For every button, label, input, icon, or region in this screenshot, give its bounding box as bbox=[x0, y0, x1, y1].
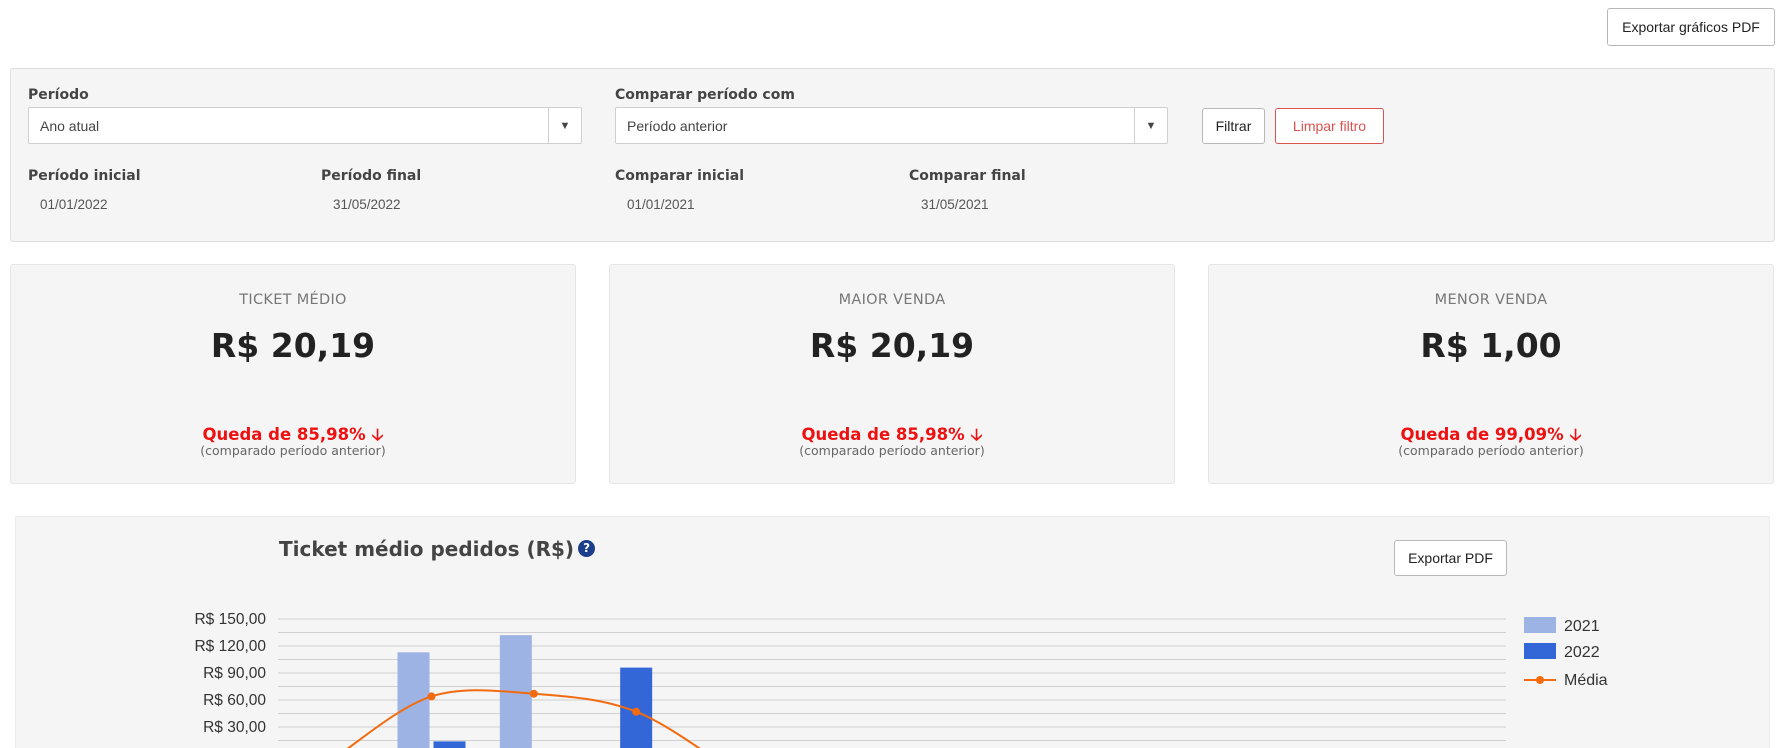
filter-button[interactable]: Filtrar bbox=[1202, 108, 1265, 144]
card-title: MAIOR VENDA bbox=[838, 292, 946, 308]
export-all-charts-pdf-button[interactable]: Exportar gráficos PDF bbox=[1607, 8, 1775, 46]
legend-swatch-2021 bbox=[1524, 617, 1556, 633]
legend-label-media: Média bbox=[1564, 672, 1608, 689]
ticket-medio-chart-panel: Ticket médio pedidos (R$)? Exportar PDF … bbox=[15, 516, 1770, 748]
average-point bbox=[632, 707, 641, 716]
ticket-medio-chart: R$ 150,00 R$ 120,00 R$ 90,00 R$ 60,00 R$ 30,… bbox=[194, 611, 1608, 748]
compare-select-value: Período anterior bbox=[627, 118, 728, 134]
card-note: (comparado período anterior) bbox=[799, 443, 985, 458]
arrow-down-icon: 🡣 bbox=[371, 425, 384, 444]
card-delta-text: Queda de 85,98% bbox=[801, 425, 965, 444]
bar-2021 bbox=[397, 652, 430, 748]
bar-2022 bbox=[433, 741, 466, 748]
arrow-down-icon: 🡣 bbox=[970, 425, 983, 444]
y-tick-label: R$ 150,00 bbox=[194, 611, 266, 628]
card-value: R$ 20,19 bbox=[809, 326, 975, 365]
average-point bbox=[427, 692, 436, 701]
legend-swatch-media-dot bbox=[1536, 676, 1544, 684]
y-tick-label: R$ 30,00 bbox=[203, 719, 266, 736]
clear-filter-button[interactable]: Limpar filtro bbox=[1275, 108, 1384, 144]
y-tick-label: R$ 120,00 bbox=[194, 638, 266, 655]
card-title: MENOR VENDA bbox=[1434, 292, 1548, 308]
start-date-label: Período inicial bbox=[28, 168, 141, 184]
compare-start-value[interactable]: 01/01/2021 bbox=[627, 197, 695, 212]
menor-venda-card: MENOR VENDA R$ 1,00 Queda de 99,09% 🡣 (co… bbox=[1208, 264, 1774, 484]
y-tick-label: R$ 90,00 bbox=[203, 665, 266, 682]
arrow-down-icon: 🡣 bbox=[1569, 425, 1582, 444]
card-title: TICKET MÉDIO bbox=[239, 292, 347, 308]
period-label: Período bbox=[28, 87, 89, 103]
ticket-medio-card: TICKET MÉDIO R$ 20,19 Queda de 85,98% 🡣 (… bbox=[10, 264, 576, 484]
legend-swatch-2022 bbox=[1524, 643, 1556, 659]
y-tick-label: R$ 60,00 bbox=[203, 692, 266, 709]
compare-label: Comparar período com bbox=[615, 87, 795, 103]
compare-start-label: Comparar inicial bbox=[615, 168, 744, 184]
card-delta-text: Queda de 85,98% bbox=[202, 425, 366, 444]
compare-select[interactable]: Período anterior ▼ bbox=[615, 107, 1168, 144]
start-date-value[interactable]: 01/01/2022 bbox=[40, 197, 108, 212]
caret-down-icon[interactable]: ▼ bbox=[1134, 108, 1167, 143]
average-point bbox=[529, 689, 538, 698]
compare-end-label: Comparar final bbox=[909, 168, 1026, 184]
card-delta-text: Queda de 99,09% bbox=[1400, 425, 1564, 444]
maior-venda-card: MAIOR VENDA R$ 20,19 Queda de 85,98% 🡣 (c… bbox=[609, 264, 1175, 484]
filter-panel: Período Ano atual ▼ Comparar período com… bbox=[10, 68, 1775, 242]
end-date-label: Período final bbox=[321, 168, 422, 184]
legend-label-2021: 2021 bbox=[1564, 618, 1600, 635]
card-note: (comparado período anterior) bbox=[1398, 443, 1584, 458]
compare-end-value[interactable]: 31/05/2021 bbox=[921, 197, 989, 212]
period-select-value: Ano atual bbox=[40, 118, 100, 134]
caret-down-icon[interactable]: ▼ bbox=[548, 108, 581, 143]
card-value: R$ 1,00 bbox=[1420, 326, 1562, 365]
period-select[interactable]: Ano atual ▼ bbox=[28, 107, 582, 144]
end-date-value[interactable]: 31/05/2022 bbox=[333, 197, 401, 212]
legend-label-2022: 2022 bbox=[1564, 644, 1600, 661]
card-value: R$ 20,19 bbox=[210, 326, 376, 365]
card-note: (comparado período anterior) bbox=[200, 443, 386, 458]
